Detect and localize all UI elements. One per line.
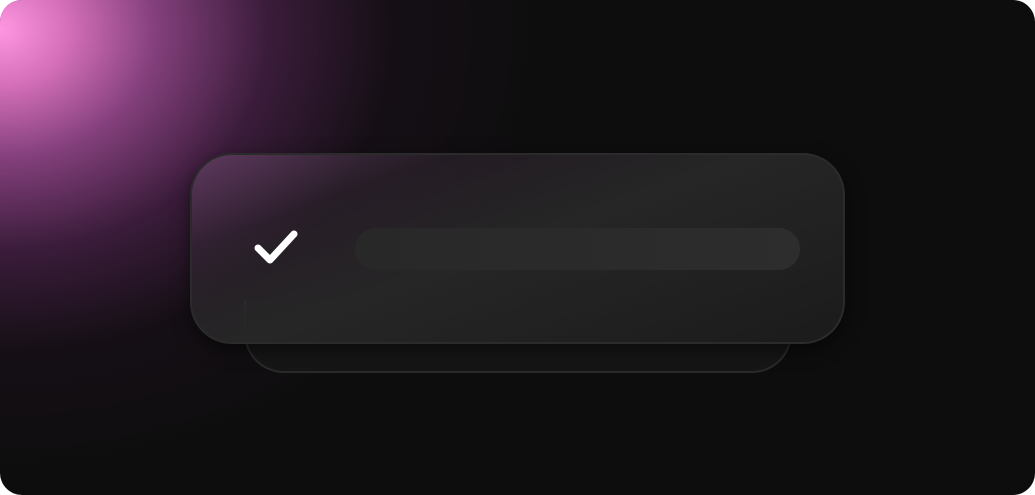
text-placeholder-bar bbox=[355, 228, 800, 270]
illustration-frame bbox=[0, 0, 1035, 495]
check-icon bbox=[253, 228, 299, 268]
